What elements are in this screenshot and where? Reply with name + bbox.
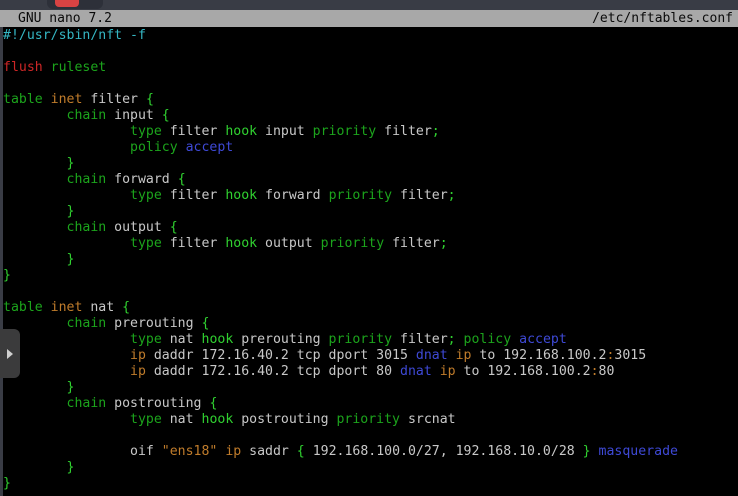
code-line: chain postrouting {	[3, 396, 738, 412]
code-line: type nat hook prerouting priority filter…	[3, 332, 738, 348]
code-line: chain output {	[3, 220, 738, 236]
code-line: chain input {	[3, 108, 738, 124]
code-line: }	[3, 380, 738, 396]
code-line: #!/usr/sbin/nft -f	[3, 28, 738, 44]
code-line: }	[3, 252, 738, 268]
code-line: flush ruleset	[3, 60, 738, 76]
code-line: type nat hook postrouting priority srcna…	[3, 412, 738, 428]
nano-titlebar: GNU nano 7.2 /etc/nftables.conf	[0, 10, 738, 27]
code-line: type filter hook input priority filter;	[3, 124, 738, 140]
code-line: }	[3, 476, 738, 492]
code-line: ip daddr 172.16.40.2 tcp dport 3015 dnat…	[3, 348, 738, 364]
code-line: }	[3, 268, 738, 284]
code-line: type filter hook output priority filter;	[3, 236, 738, 252]
chevron-right-icon	[7, 349, 13, 359]
code-line: }	[3, 156, 738, 172]
code-line: table inet filter {	[3, 92, 738, 108]
code-line	[3, 428, 738, 444]
nano-version-label: GNU nano 7.2	[18, 10, 112, 27]
code-line: }	[3, 460, 738, 476]
code-line	[3, 44, 738, 60]
code-line: ip daddr 172.16.40.2 tcp dport 80 dnat i…	[3, 364, 738, 380]
code-line: chain prerouting {	[3, 316, 738, 332]
code-line: }	[3, 204, 738, 220]
code-line: policy accept	[3, 140, 738, 156]
code-line: oif "ens18" ip saddr { 192.168.100.0/27,…	[3, 444, 738, 460]
code-line: table inet nat {	[3, 300, 738, 316]
terminal-screen: GNU nano 7.2 /etc/nftables.conf #!/usr/s…	[0, 0, 738, 496]
code-line: chain forward {	[3, 172, 738, 188]
sidebar-toggle-handle[interactable]	[0, 329, 20, 378]
code-line	[3, 76, 738, 92]
code-line: type filter hook forward priority filter…	[3, 188, 738, 204]
code-line	[3, 284, 738, 300]
code-area[interactable]: #!/usr/sbin/nft -f flush ruleset table i…	[3, 28, 738, 492]
window-accent-tab	[55, 0, 79, 7]
nano-filename: /etc/nftables.conf	[592, 10, 733, 27]
window-top-strip	[0, 0, 738, 10]
